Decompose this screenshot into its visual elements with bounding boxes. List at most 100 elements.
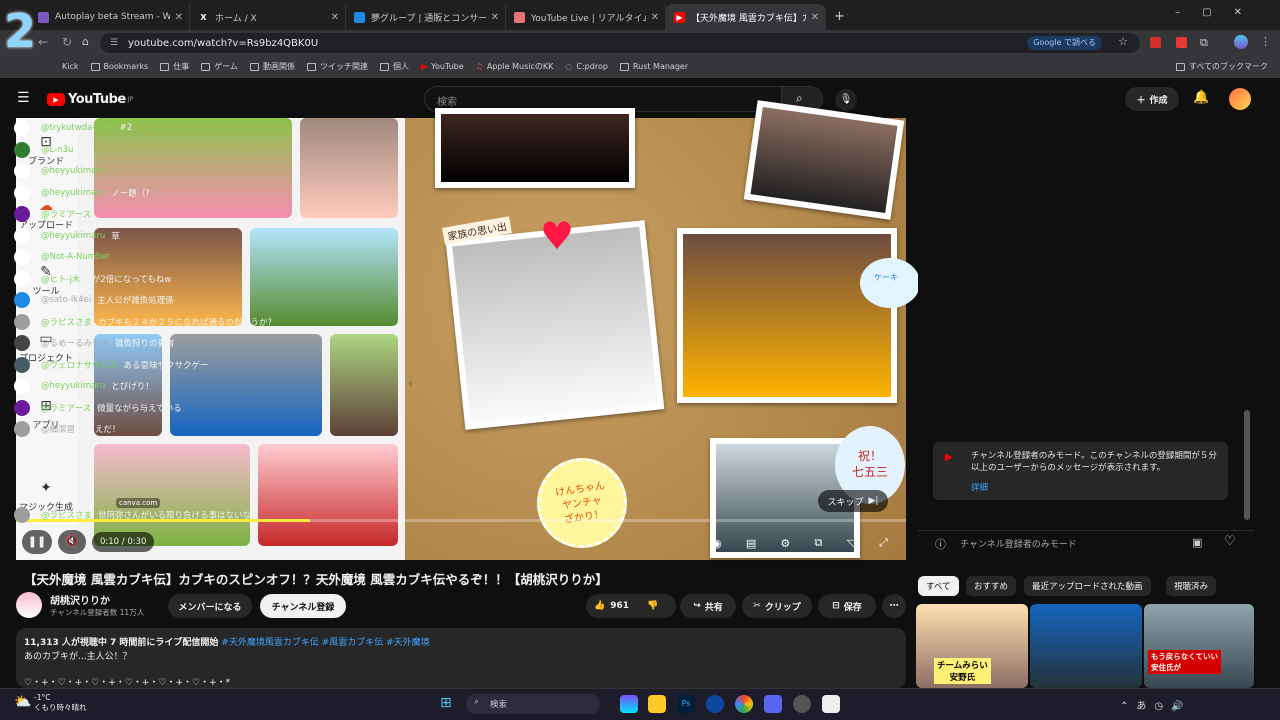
clip-button[interactable]: ✂ クリップ bbox=[742, 594, 812, 618]
avatar[interactable] bbox=[14, 335, 30, 351]
chip-recommended[interactable]: おすすめ bbox=[966, 576, 1017, 596]
chat-author[interactable]: @heyyukimaru bbox=[41, 381, 105, 391]
chat-input[interactable]: チャンネル登録者のみモード bbox=[918, 530, 1254, 556]
chat-author[interactable]: @ヒト-j木 bbox=[41, 273, 80, 285]
avatar[interactable] bbox=[14, 292, 30, 308]
chat-author[interactable]: @細潔習 bbox=[41, 423, 75, 435]
bookmark-folder[interactable]: 動画関係 bbox=[249, 61, 295, 72]
chat-author[interactable]: @sato-lk4ei bbox=[41, 295, 91, 305]
fullscreen-icon[interactable]: ⤢ bbox=[879, 536, 888, 550]
avatar[interactable] bbox=[14, 421, 30, 437]
avatar[interactable] bbox=[14, 163, 30, 179]
window-controls[interactable]: –▢✕ bbox=[1175, 7, 1264, 18]
voice-search-button[interactable]: 🎙 bbox=[835, 89, 857, 111]
chat-author[interactable]: @heyyukimaru bbox=[41, 188, 105, 198]
tab-x[interactable]: X ホーム / X ✕ bbox=[190, 4, 346, 30]
pause-button[interactable]: ❚❚ bbox=[22, 530, 52, 554]
close-tab-icon[interactable]: ✕ bbox=[811, 12, 819, 23]
thumbs-down-icon[interactable]: 👎 bbox=[647, 601, 658, 611]
avatar[interactable] bbox=[14, 249, 30, 265]
share-button[interactable]: ↪ 共有 bbox=[680, 594, 736, 618]
app-icon[interactable] bbox=[822, 695, 840, 713]
extensions-puzzle-icon[interactable]: ⧉ bbox=[1200, 36, 1208, 50]
url-field[interactable]: ☰ youtube.com/watch?v=Rs9bz4QBK0U Google… bbox=[100, 33, 1140, 53]
bookmark-cpdrop[interactable]: ◌ C:pdrop bbox=[565, 62, 608, 71]
video-description[interactable]: 11,313 人が視聴中 7 時間前にライブ配信開始 #天外魔境風雲カブキ伝 #… bbox=[16, 628, 906, 688]
more-actions-button[interactable]: ⋯ bbox=[882, 594, 906, 618]
profile-avatar[interactable] bbox=[1234, 35, 1248, 49]
file-explorer-icon[interactable] bbox=[648, 695, 666, 713]
extension-icon[interactable] bbox=[1176, 37, 1187, 48]
weather-widget[interactable]: -1°C くもり時々晴れ bbox=[34, 693, 87, 713]
bookmark-star-icon[interactable]: ☆ bbox=[1118, 35, 1128, 48]
close-tab-icon[interactable]: ✕ bbox=[175, 12, 183, 23]
chip-all[interactable]: すべて bbox=[918, 576, 959, 596]
settings-gear-icon[interactable]: ⚙ bbox=[780, 537, 790, 550]
autoplay-toggle-icon[interactable]: ◉ bbox=[712, 537, 722, 550]
tab-yume[interactable]: 夢グループ | 通販とコンサート ✕ bbox=[346, 4, 506, 30]
home-icon[interactable]: ⌂ bbox=[82, 35, 89, 48]
close-tab-icon[interactable]: ✕ bbox=[331, 12, 339, 23]
subscribe-button[interactable]: チャンネル登録 bbox=[260, 594, 346, 618]
chat-author[interactable]: @ラピスさま bbox=[41, 316, 92, 328]
all-bookmarks[interactable]: すべてのブックマーク bbox=[1175, 61, 1268, 72]
chevron-left-icon[interactable]: ‹ bbox=[408, 376, 413, 390]
channel-avatar[interactable] bbox=[16, 592, 42, 618]
avatar[interactable] bbox=[14, 313, 30, 330]
avatar[interactable] bbox=[14, 120, 30, 136]
avatar[interactable] bbox=[14, 507, 30, 523]
chip-watched[interactable]: 視聴済み bbox=[1166, 576, 1217, 596]
info-icon[interactable]: ⓘ bbox=[935, 536, 946, 552]
browser-menu-icon[interactable]: ⋮ bbox=[1260, 35, 1271, 48]
bookmark-folder[interactable]: 個人 bbox=[379, 61, 409, 72]
channel-name[interactable]: 胡桃沢りりか bbox=[50, 592, 110, 607]
photoshop-icon[interactable]: Ps bbox=[677, 695, 695, 713]
chat-scrollbar[interactable] bbox=[1244, 120, 1250, 520]
tab-current-video[interactable]: ▶【天外魔境 風雲カブキ伝】カブキの✕ bbox=[666, 4, 826, 30]
bookmark-folder[interactable]: 仕事 bbox=[160, 61, 189, 72]
recommended-thumbnail[interactable] bbox=[1030, 604, 1142, 688]
bookmark-youtube[interactable]: ▶ YouTube bbox=[421, 62, 464, 71]
google-lens-button[interactable]: Google で調べる bbox=[1027, 36, 1102, 50]
close-tab-icon[interactable]: ✕ bbox=[491, 12, 499, 23]
account-avatar[interactable] bbox=[1229, 88, 1251, 110]
chip-recent[interactable]: 最近アップロードされた動画 bbox=[1024, 576, 1151, 596]
join-membership-button[interactable]: メンバーになる bbox=[168, 594, 252, 618]
chat-author[interactable]: @heyyukimaru bbox=[41, 166, 105, 176]
system-tray[interactable]: ⌃あ◷🔊 bbox=[1120, 697, 1192, 712]
avatar[interactable] bbox=[14, 399, 30, 416]
hamburger-menu-icon[interactable]: ☰ bbox=[17, 90, 30, 106]
windows-start-icon[interactable]: ⊞ bbox=[440, 695, 452, 711]
bookmark-rust[interactable]: Rust Manager bbox=[619, 62, 688, 71]
chat-author[interactable]: @るめーるみやま bbox=[41, 337, 109, 349]
weather-icon[interactable]: ⛅ bbox=[14, 694, 31, 710]
recommended-thumbnail[interactable]: チームみらい 安野氏 bbox=[916, 604, 1028, 688]
bookmark-folder[interactable]: ツイッチ関連 bbox=[306, 61, 368, 72]
bookmark-folder[interactable]: Bookmarks bbox=[90, 62, 148, 71]
avatar[interactable] bbox=[14, 206, 30, 222]
chat-author[interactable]: @ヴェロナサウルス bbox=[41, 359, 118, 371]
avatar[interactable] bbox=[14, 184, 30, 201]
taskbar-search[interactable]: ⌕ 検索 bbox=[466, 694, 600, 714]
chat-author[interactable]: @ラミアース bbox=[41, 208, 91, 220]
save-button[interactable]: ⊟ 保存 bbox=[818, 594, 876, 618]
notifications-bell-icon[interactable]: 🔔 bbox=[1193, 90, 1209, 105]
chrome-icon[interactable] bbox=[735, 695, 753, 713]
chat-author[interactable]: @ラミアース bbox=[41, 402, 91, 414]
site-info-icon[interactable]: ☰ bbox=[110, 38, 118, 48]
close-tab-icon[interactable]: ✕ bbox=[651, 12, 659, 23]
chat-author[interactable]: @Not-A-Number bbox=[41, 252, 110, 262]
chat-author[interactable]: @trykutwda--s9q bbox=[41, 123, 114, 133]
discord-icon[interactable] bbox=[764, 695, 782, 713]
avatar[interactable] bbox=[14, 356, 30, 373]
tab-yt-live-ranking[interactable]: YouTube Live | リアルタイムランキ✕ bbox=[506, 4, 666, 30]
bookmark-folder[interactable]: ゲーム bbox=[201, 61, 238, 72]
bookmark-apple-music[interactable]: ♫ Apple MusicのKK bbox=[476, 61, 554, 72]
chat-author[interactable]: @L-n3u bbox=[41, 145, 73, 155]
avatar[interactable] bbox=[14, 270, 30, 287]
chat-author[interactable]: @heyyukimaru bbox=[41, 231, 105, 241]
notice-details-link[interactable]: 詳細 bbox=[971, 482, 1220, 494]
create-button[interactable]: ＋作成 bbox=[1125, 87, 1179, 111]
avatar[interactable] bbox=[14, 378, 30, 394]
miniplayer-icon[interactable]: ⧉ bbox=[814, 536, 822, 550]
